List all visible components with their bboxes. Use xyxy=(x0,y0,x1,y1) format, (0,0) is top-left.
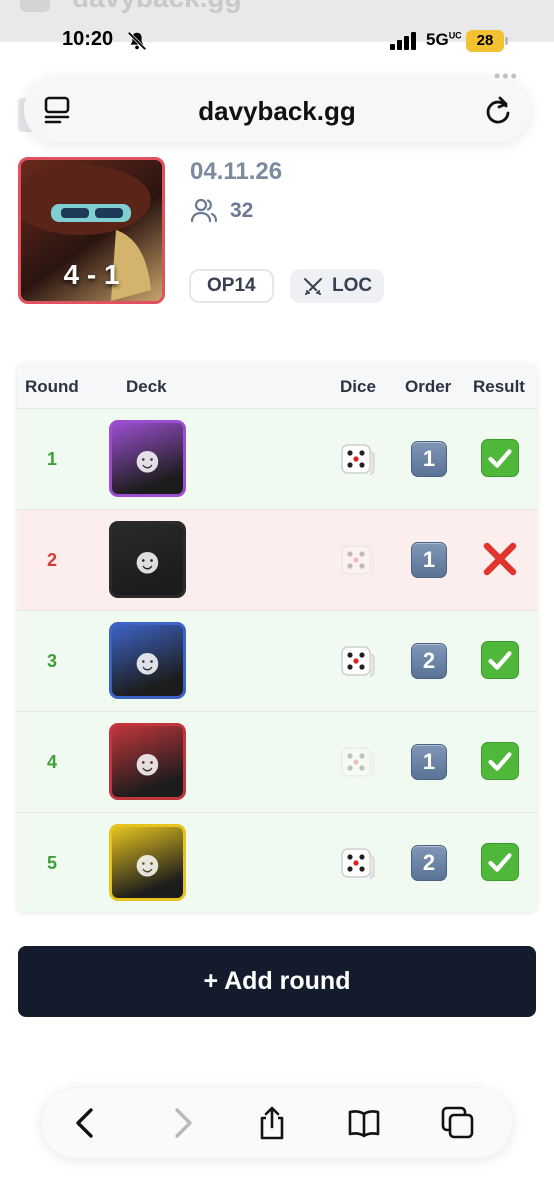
bookmarks-icon[interactable] xyxy=(346,1105,382,1141)
table-header: Round Deck Dice Order Result xyxy=(17,363,537,409)
header-deck: Deck xyxy=(126,377,167,396)
crossed-swords-icon xyxy=(304,278,322,295)
table-row[interactable]: 5 ☻ 2 xyxy=(17,813,537,912)
dice-icon xyxy=(340,643,376,679)
leader-portrait-icon: ☻ xyxy=(128,843,167,884)
order-badge: 2 xyxy=(411,845,447,881)
win-check-icon xyxy=(481,439,519,477)
round-number: 5 xyxy=(46,853,57,873)
event-score: 4 - 1 xyxy=(63,259,120,290)
dice-icon xyxy=(340,744,376,780)
back-icon[interactable] xyxy=(68,1105,104,1141)
round-number: 4 xyxy=(46,752,57,772)
add-round-button[interactable]: + Add round xyxy=(18,946,536,1017)
header-order: Order xyxy=(405,377,452,396)
format-tag: LOC xyxy=(290,269,385,303)
leader-portrait-icon: ☻ xyxy=(128,641,167,682)
battery-indicator: 28 xyxy=(466,30,508,52)
url-text[interactable]: davyback.gg xyxy=(24,96,530,127)
header-result: Result xyxy=(473,377,525,396)
table-row[interactable]: 4 ☻ 1 xyxy=(17,712,537,813)
ghost-avatar xyxy=(20,0,50,12)
tabs-icon[interactable] xyxy=(440,1105,476,1141)
table-body: 1 ☻ 1 2 ☻ 1 3 ☻ 2 4 ☻ 1 5 ☻ 2 xyxy=(17,409,537,912)
set-tag: OP14 xyxy=(189,269,274,303)
format-label: LOC xyxy=(332,275,373,296)
leader-portrait-icon: ☻ xyxy=(128,540,167,581)
table-row[interactable]: 3 ☻ 2 xyxy=(17,611,537,712)
reload-icon[interactable] xyxy=(482,94,514,126)
round-number: 1 xyxy=(46,449,57,469)
deck-leader-image[interactable]: ☻ xyxy=(109,824,186,901)
header-dice: Dice xyxy=(340,377,376,396)
order-badge: 2 xyxy=(411,643,447,679)
event-date: 04.11.26 xyxy=(190,158,283,185)
network-label: 5GUC xyxy=(426,30,462,50)
network-sub: UC xyxy=(448,30,462,41)
dice-icon xyxy=(340,441,376,477)
win-check-icon xyxy=(481,641,519,679)
deck-leader-image[interactable]: ☻ xyxy=(109,622,186,699)
order-badge: 1 xyxy=(411,542,447,578)
round-number: 2 xyxy=(46,550,57,570)
dice-icon xyxy=(340,845,376,881)
table-row[interactable]: 2 ☻ 1 xyxy=(17,510,537,611)
network-type: 5G xyxy=(426,30,449,49)
leader-portrait-icon: ☻ xyxy=(128,439,167,480)
ghost-site-title: davyback.gg xyxy=(72,0,242,14)
users-icon xyxy=(190,198,218,223)
header-round: Round xyxy=(25,377,79,396)
dice-icon xyxy=(340,542,376,578)
loss-cross-icon xyxy=(481,540,519,578)
deck-leader-image[interactable]: ☻ xyxy=(109,521,186,598)
leader-portrait-icon: ☻ xyxy=(128,742,167,783)
order-badge: 1 xyxy=(411,744,447,780)
rounds-table: Round Deck Dice Order Result 1 ☻ 1 2 ☻ 1 3 ☻ 2 4 ☻… xyxy=(17,363,537,912)
status-time: 10:20 xyxy=(62,28,114,50)
signal-icon xyxy=(390,32,416,50)
win-check-icon xyxy=(481,843,519,881)
event-thumbnail[interactable]: 4 - 1 xyxy=(18,157,165,304)
round-number: 3 xyxy=(46,651,57,671)
players-count: 32 xyxy=(230,199,254,222)
address-bar[interactable]: davyback.gg xyxy=(24,78,530,142)
order-badge: 1 xyxy=(411,441,447,477)
share-icon[interactable] xyxy=(254,1105,290,1141)
forward-icon[interactable] xyxy=(164,1105,200,1141)
browser-toolbar xyxy=(42,1088,512,1158)
table-row[interactable]: 1 ☻ 1 xyxy=(17,409,537,510)
deck-leader-image[interactable]: ☻ xyxy=(109,420,186,497)
status-bar: 10:20 5GUC 28 xyxy=(0,24,554,60)
win-check-icon xyxy=(481,742,519,780)
bell-off-icon xyxy=(127,31,147,51)
deck-leader-image[interactable]: ☻ xyxy=(109,723,186,800)
